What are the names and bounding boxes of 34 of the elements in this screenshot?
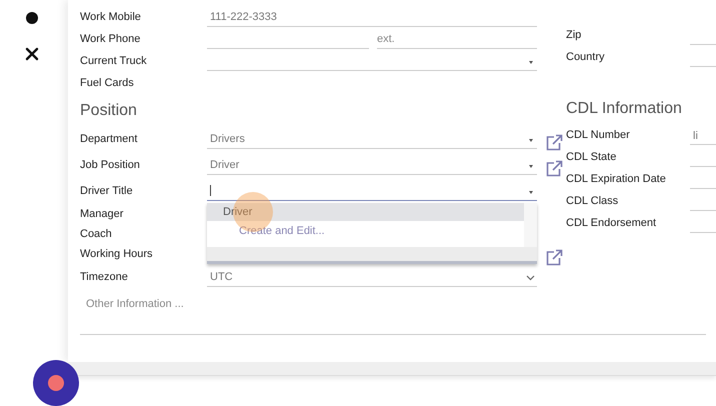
section-heading: CDL Information — [566, 99, 683, 119]
external-link-icon[interactable] — [546, 134, 563, 150]
external-link-icon[interactable] — [546, 160, 563, 176]
notes-field[interactable]: Other Information ... — [80, 294, 706, 335]
field-label: Zip — [566, 29, 582, 41]
field-label: Work Mobile — [80, 11, 142, 23]
field-label: CDL Expiration Date — [566, 173, 667, 185]
field-label: Country — [566, 51, 606, 63]
field-label: Timezone — [80, 271, 129, 283]
field-label: Fuel Cards — [80, 77, 135, 89]
field-label: Department — [80, 133, 138, 145]
field-label: Work Phone — [80, 33, 142, 45]
select-field[interactable]: UTC — [207, 268, 537, 286]
input-field[interactable]: 111-222-3333 — [207, 8, 537, 26]
horizontal-scrollbar[interactable] — [207, 246, 537, 260]
field-label: CDL Number — [566, 129, 631, 141]
field-label: Working Hours — [80, 248, 154, 260]
chevron-down-icon — [526, 274, 535, 280]
field-label: CDL Class — [566, 195, 620, 207]
section-heading: Position — [80, 101, 138, 121]
field-label: Manager — [80, 208, 124, 220]
record-button[interactable] — [33, 360, 79, 406]
vertical-scrollbar[interactable] — [524, 202, 537, 246]
external-link-icon[interactable] — [546, 248, 563, 266]
field-label: Coach — [80, 228, 113, 240]
field-label: CDL Endorsement — [566, 217, 658, 229]
field-label: Driver Title — [80, 185, 134, 197]
field-label: CDL State — [566, 151, 618, 163]
input-field[interactable]: ext. — [377, 30, 537, 48]
field-label: Current Truck — [80, 55, 148, 67]
input-field[interactable]: li — [690, 126, 716, 144]
field-label: Job Position — [80, 159, 141, 171]
select-field[interactable]: Driver — [207, 156, 537, 174]
select-field[interactable]: Drivers — [207, 130, 537, 148]
